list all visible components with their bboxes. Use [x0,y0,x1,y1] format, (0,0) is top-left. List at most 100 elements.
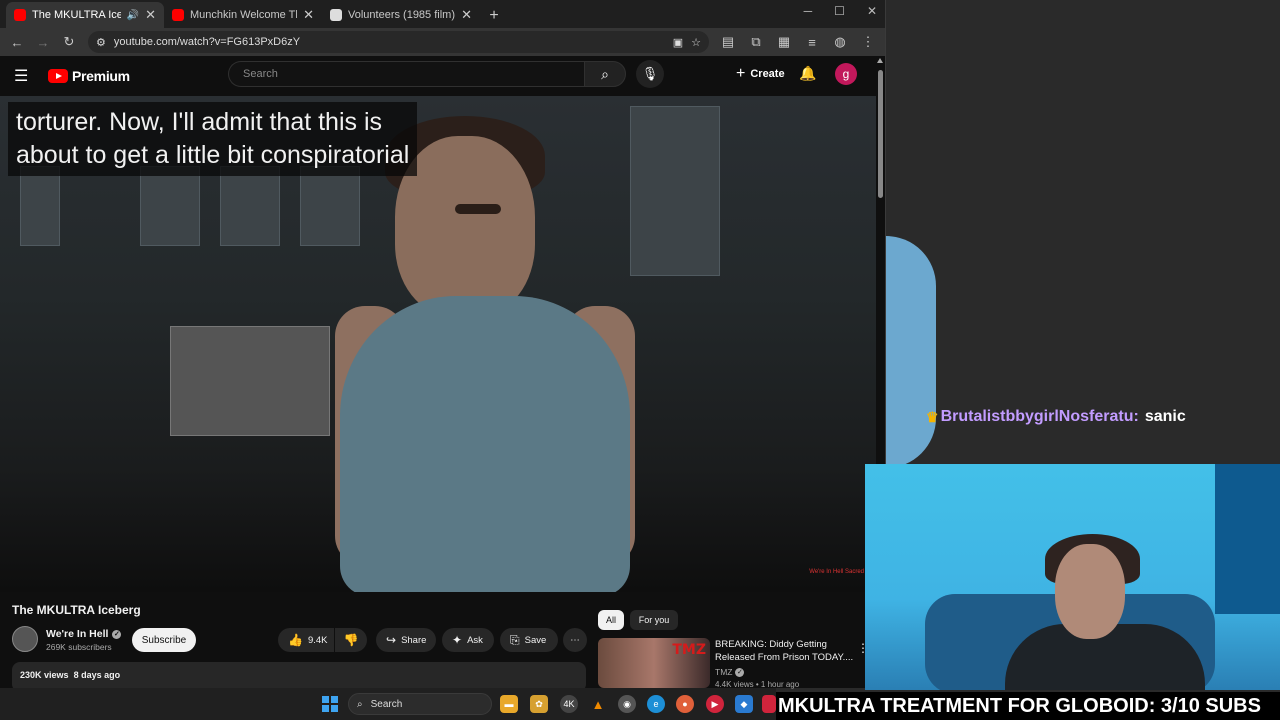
electrical-panel [220,166,280,246]
browser-tab-3[interactable]: Volunteers (1985 film) - Wikipe ✕ [322,2,480,28]
electrical-panel [300,166,360,246]
chat-text: sanic [1144,408,1186,425]
search-button[interactable]: ⌕ [584,61,626,87]
electrical-panel [140,166,200,246]
channel-avatar[interactable] [12,626,38,652]
chip-all[interactable]: All [598,610,624,630]
extensions-icon[interactable]: ⧉ [745,31,767,53]
maximize-icon[interactable]: ☐ [834,4,845,18]
close-tab-icon[interactable]: ✕ [461,7,472,23]
windows-start-icon[interactable] [322,696,338,712]
notifications-bell-icon[interactable]: 🔔 [799,65,816,82]
create-button[interactable]: + Create [728,63,793,85]
sparkle-icon: ✦ [452,633,463,647]
browser-toolbar: ← → ↻ ⚙ youtube.com/watch?v=FG613PxD6zY … [0,28,885,56]
minimize-icon[interactable]: ─ [804,4,813,18]
like-button[interactable]: 👍 9.4K [278,628,334,652]
save-label: Save [524,634,547,646]
recommendation-channel-text: TMZ [715,667,733,677]
chip-for-you[interactable]: For you [630,610,678,630]
crown-icon: ♛ [926,408,939,425]
url-text: youtube.com/watch?v=FG613PxD6zY [113,36,301,48]
chat-username: BrutalistbbygirlNosferatu: [940,408,1139,425]
profile-icon[interactable]: ◍ [829,31,851,53]
browser-tab-1[interactable]: The MKULTRA Iceberg - Yo 🔊 ✕ [6,2,164,28]
youtube-header: ☰ Premium Search ⌕ 🎙 + Create 🔔 g [0,56,885,96]
posted-date: 8 days ago [73,670,121,680]
recommendation-thumbnail[interactable]: TMZ [598,638,710,688]
browser-window: The MKULTRA Iceberg - Yo 🔊 ✕ Munchkin We… [0,0,886,692]
scroll-up-icon[interactable] [877,58,883,63]
verified-icon: ✓ [735,667,745,677]
tab-title: Munchkin Welcome The Wizard [190,9,297,21]
webcam-person-face [1055,544,1125,639]
person-mustache [455,204,501,214]
share-label: Share [401,634,427,646]
back-icon[interactable]: ← [6,31,28,53]
hamburger-menu-icon[interactable]: ☰ [14,66,36,86]
reload-icon[interactable]: ↻ [58,31,80,53]
reader-icon[interactable]: ▦ [773,31,795,53]
share-button[interactable]: ↪ Share [376,628,436,652]
stream-banner: MKULTRA TREATMENT FOR GLOBOID: 3/10 SUBS [776,692,1280,720]
chat-message: ♛ BrutalistbbygirlNosferatu: sanic [926,408,1186,426]
vscode-icon[interactable]: ◆ [735,695,753,713]
view-count: 230K views [20,670,69,680]
speaker-icon[interactable]: 🔊 [127,10,139,21]
site-info-icon[interactable]: ⚙ [96,36,106,49]
bookmark-star-icon[interactable]: ☆ [691,36,701,49]
app-icon[interactable]: ◉ [618,695,636,713]
thumbs-down-icon: 👎 [343,633,359,647]
more-actions-button[interactable]: ⋯ [563,628,587,652]
cast-icon[interactable]: ▣ [673,36,683,49]
subscriber-count: 269K subscribers [46,642,112,652]
search-input[interactable]: Search [228,61,584,87]
menu-icon[interactable]: ⋮ [857,31,879,53]
brand-label: Premium [72,68,130,84]
recommendation-channel[interactable]: TMZ ✓ [715,667,745,677]
dislike-button[interactable]: 👎 [335,628,367,652]
ask-button[interactable]: ✦ Ask [442,628,494,652]
address-bar[interactable]: ⚙ youtube.com/watch?v=FG613PxD6zY ▣ ☆ [88,31,709,53]
plus-icon: + [736,65,746,82]
new-tab-button[interactable]: + [482,4,506,28]
search-icon: ⌕ [357,698,363,710]
video-player[interactable]: torturer. Now, I'll admit that this is a… [0,96,876,592]
webcam-shelf [1215,464,1280,614]
voice-search-button[interactable]: 🎙 [636,60,664,88]
media-player-icon[interactable]: ▶ [706,695,724,713]
electrical-panel [20,166,60,246]
youtube-icon [172,9,184,21]
video-title: The MKULTRA Iceberg [12,603,141,617]
close-tab-icon[interactable]: ✕ [303,7,314,23]
youtube-play-icon [48,69,68,83]
account-avatar[interactable]: g [835,63,857,85]
firefox-icon[interactable]: ● [676,695,694,713]
close-tab-icon[interactable]: ✕ [145,7,156,23]
channel-name[interactable]: We're In Hell ✓ [46,628,122,640]
caption-line: torturer. Now, I'll admit that this is [16,108,383,136]
scrollbar-thumb[interactable] [878,70,883,198]
file-explorer-icon[interactable]: ▬ [500,695,518,713]
recommendation-title[interactable]: BREAKING: Diddy Getting Released From Pr… [715,639,855,664]
save-button[interactable]: ⎘ Save [500,628,558,652]
4k-app-icon[interactable]: 4K [560,695,578,713]
app-icon[interactable]: ✿ [530,695,548,713]
microphone-icon: 🎙 [641,66,659,81]
browser-tab-2[interactable]: Munchkin Welcome The Wizard ✕ [164,2,322,28]
taskbar-search[interactable]: ⌕ Search [348,693,492,715]
electrical-panel [630,106,720,276]
create-label: Create [750,68,785,80]
edge-icon[interactable]: e [647,695,665,713]
person-tank-top [340,296,630,592]
subscribe-button[interactable]: Subscribe [132,628,196,652]
tab-bar: The MKULTRA Iceberg - Yo 🔊 ✕ Munchkin We… [0,0,885,28]
forward-icon[interactable]: → [32,31,54,53]
vlc-icon[interactable]: ▲ [589,695,607,713]
thumbnail-logo-text: TMZ [672,642,706,658]
clipboard-icon[interactable]: ▤ [717,31,739,53]
app-icon[interactable] [762,695,776,713]
close-window-icon[interactable]: ✕ [867,4,877,18]
youtube-logo[interactable]: Premium [48,68,130,84]
media-control-icon[interactable]: ≡ [801,31,823,53]
